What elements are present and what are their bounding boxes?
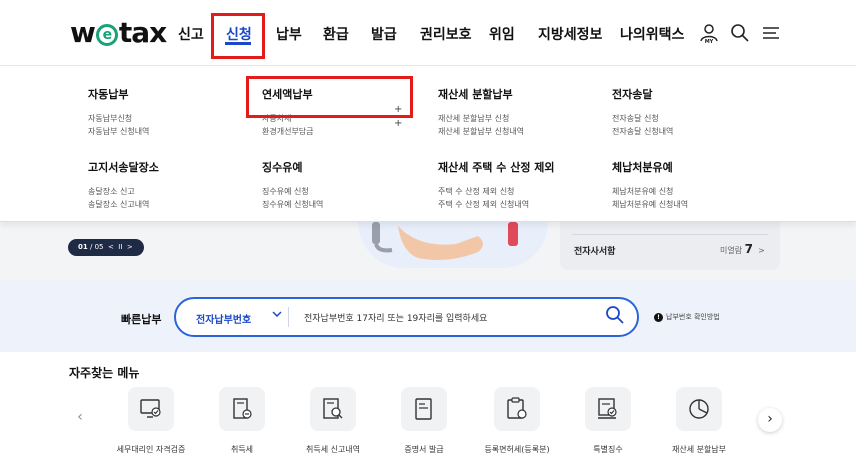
help-text: 납부번호 확인방법 xyxy=(666,313,720,321)
pager-total: / 05 xyxy=(89,243,104,251)
logo-text-tax: tax xyxy=(118,16,167,49)
menu-col-collection-deferral: 징수유예 징수유예 신청 징수유예 신청내역 xyxy=(262,159,323,211)
search-icon[interactable] xyxy=(605,305,625,325)
menu-col-disposition-deferral: 체납처분유예 체납처분유예 신청 체납처분유예 신청내역 xyxy=(612,159,688,211)
menu-col-auto-pay: 자동납부 자동납부신청 자동납부 신청내역 xyxy=(88,86,149,138)
nav-refund[interactable]: 환급 xyxy=(323,24,349,44)
nav-report[interactable]: 신고 xyxy=(178,24,204,44)
menu-item[interactable]: 체납처분유예 신청내역 xyxy=(612,198,688,211)
menu-item[interactable]: 재산세 분할납부 신청내역 xyxy=(438,125,524,138)
frequent-item-label[interactable]: 증명서 발급 xyxy=(374,444,474,455)
unread-label: 미열람 xyxy=(720,246,743,255)
hand-illustration-icon xyxy=(372,222,518,260)
building-document-icon[interactable] xyxy=(219,387,265,431)
receipt-check-icon[interactable] xyxy=(585,387,631,431)
pager-prev-button[interactable]: < xyxy=(108,243,114,251)
carousel-prev-button[interactable]: ‹ xyxy=(68,406,92,430)
frequent-item-label[interactable]: 특별징수 xyxy=(558,444,658,455)
menu-item[interactable]: 전자송달 신청 xyxy=(612,112,673,125)
search-icon[interactable] xyxy=(729,22,751,44)
carousel-next-button[interactable]: › xyxy=(758,408,782,432)
expand-plus-icon[interactable]: + xyxy=(394,118,402,129)
menu-title[interactable]: 재산세 분할납부 xyxy=(438,86,524,102)
payment-number-help-link[interactable]: ! 납부번호 확인방법 xyxy=(654,312,720,322)
site-header: w e tax 신고 신청 납부 환급 발급 권리보호 위임 지방세정보 나의위택스… xyxy=(0,0,856,66)
clipboard-coin-icon[interactable] xyxy=(494,387,540,431)
menu-col-installment: 재산세 분할납부 재산세 분할납부 신청 재산세 분할납부 신청내역 xyxy=(438,86,524,138)
my-badge-text: MY xyxy=(705,39,714,44)
menu-title[interactable]: 자동납부 xyxy=(88,86,149,102)
chevron-down-icon[interactable] xyxy=(272,309,282,319)
menu-item[interactable]: 징수유예 신청 xyxy=(262,185,323,198)
menu-item[interactable]: 주택 수 산정 제외 신청내역 xyxy=(438,198,555,211)
nav-rights[interactable]: 권리보호 xyxy=(420,24,472,44)
inbox-label[interactable]: 전자사서함 xyxy=(574,244,615,257)
mega-menu: 자동납부 자동납부신청 자동납부 신청내역 연세액납부 자동차세 환경개선부담금… xyxy=(0,66,856,222)
unread-number: 7 xyxy=(744,242,753,256)
document-search-icon[interactable] xyxy=(310,387,356,431)
quick-pay-label: 빠른납부 xyxy=(121,313,162,326)
payment-type-select[interactable]: 전자납부번호 xyxy=(196,311,251,326)
menu-title[interactable]: 체납처분유예 xyxy=(612,159,688,175)
payment-number-input[interactable]: 전자납부번호 17자리 또는 19자리를 입력하세요 xyxy=(304,311,487,324)
frequent-menu-title: 자주찾는 메뉴 xyxy=(69,366,140,380)
pager-current: 01 xyxy=(78,243,88,251)
nav-delegation[interactable]: 위임 xyxy=(489,24,515,44)
user-my-icon[interactable]: MY xyxy=(698,22,720,44)
monitor-check-icon[interactable] xyxy=(128,387,174,431)
menu-col-house-count-exclusion: 재산세 주택 수 산정 제외 주택 수 산정 제외 신청 주택 수 산정 제외 … xyxy=(438,159,555,211)
menu-item[interactable]: 자동납부 신청내역 xyxy=(88,125,149,138)
menu-icon[interactable] xyxy=(760,22,782,44)
menu-title[interactable]: 고지서송달장소 xyxy=(88,159,159,175)
menu-item[interactable]: 징수유예 신청내역 xyxy=(262,198,323,211)
menu-item[interactable]: 주택 수 산정 제외 신청 xyxy=(438,185,555,198)
pager-next-button[interactable]: > xyxy=(127,243,133,251)
menu-item[interactable]: 환경개선부담금 xyxy=(262,125,314,138)
pager-pause-button[interactable]: II xyxy=(118,243,122,251)
logo-text-w: w xyxy=(70,16,96,49)
menu-col-e-delivery: 전자송달 전자송달 신청 전자송달 신청내역 xyxy=(612,86,673,138)
menu-item[interactable]: 송달장소 신고 xyxy=(88,185,159,198)
menu-title[interactable]: 전자송달 xyxy=(612,86,673,102)
frequent-item-label[interactable]: 세무대리인 자격검증 xyxy=(101,444,201,455)
pie-chart-icon[interactable] xyxy=(676,387,722,431)
frequent-item-label[interactable]: 등록면허세(등록분) xyxy=(467,444,567,455)
menu-title[interactable]: 징수유예 xyxy=(262,159,323,175)
unread-count[interactable]: 미열람 7 > xyxy=(720,242,765,256)
logo-e-mark: e xyxy=(95,24,118,46)
certificate-icon[interactable] xyxy=(401,387,447,431)
card-divider xyxy=(572,234,768,235)
menu-item[interactable]: 재산세 분할납부 신청 xyxy=(438,112,524,125)
menu-col-delivery-place: 고지서송달장소 송달장소 신고 송달장소 신고내역 xyxy=(88,159,159,211)
frequent-item-label[interactable]: 취득세 xyxy=(192,444,292,455)
nav-pay[interactable]: 납부 xyxy=(276,24,302,44)
frequent-item-label[interactable]: 재산세 분할납부 xyxy=(649,444,749,455)
info-icon: ! xyxy=(654,313,663,322)
nav-issue[interactable]: 발급 xyxy=(371,24,397,44)
menu-title[interactable]: 재산세 주택 수 산정 제외 xyxy=(438,159,555,175)
select-divider xyxy=(288,307,289,327)
nav-local-tax-info[interactable]: 지방세정보 xyxy=(538,24,602,44)
highlight-box-nav xyxy=(211,13,265,59)
menu-item[interactable]: 체납처분유예 신청 xyxy=(612,185,688,198)
slide-pager: 01 / 05 < II > xyxy=(68,239,144,256)
wetax-logo[interactable]: w e tax xyxy=(70,16,167,49)
frequent-item-label[interactable]: 취득세 신고내역 xyxy=(283,444,383,455)
chevron-right-icon: > xyxy=(758,246,765,255)
hero-illustration xyxy=(358,222,548,268)
menu-item[interactable]: 자동납부신청 xyxy=(88,112,149,125)
highlight-box-menu xyxy=(246,76,413,118)
nav-my-wetax[interactable]: 나의위택스 xyxy=(620,24,684,44)
menu-item[interactable]: 전자송달 신청내역 xyxy=(612,125,673,138)
menu-item[interactable]: 송달장소 신고내역 xyxy=(88,198,159,211)
